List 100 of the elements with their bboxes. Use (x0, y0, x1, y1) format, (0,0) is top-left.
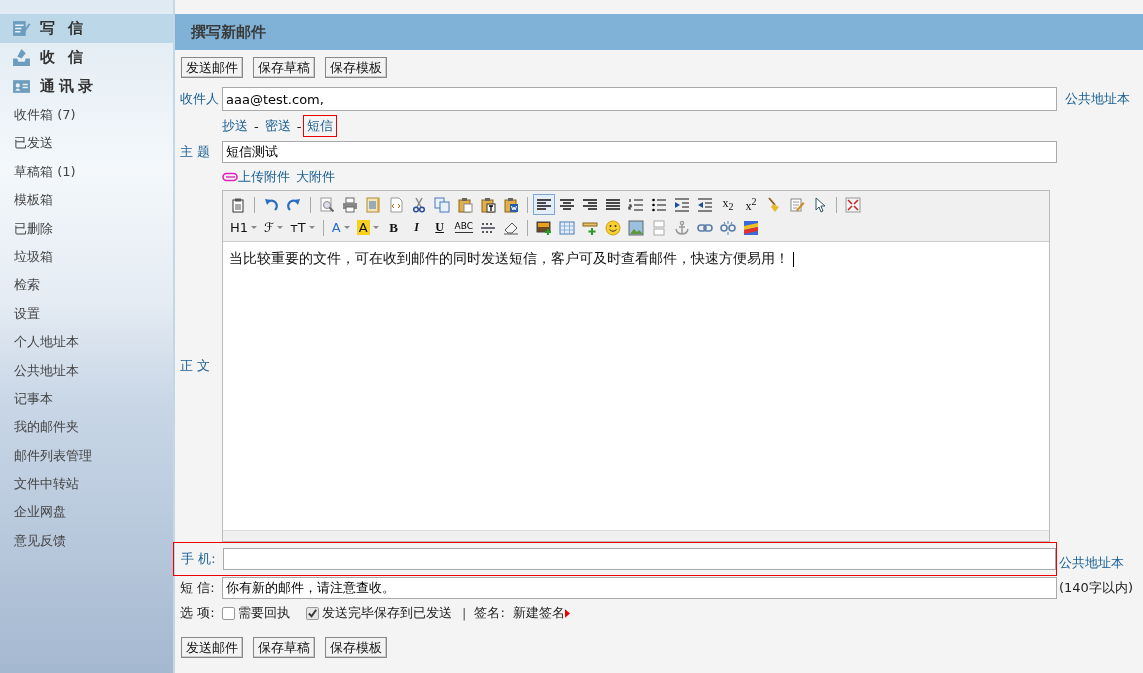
checkbox[interactable] (306, 606, 319, 620)
format-button[interactable]: I (405, 217, 428, 238)
broken-link-icon (720, 219, 737, 236)
resize-grip[interactable] (223, 530, 1049, 541)
color-palette-icon (743, 219, 760, 236)
format-dropdown[interactable]: ℱ (261, 217, 287, 238)
folder-item[interactable]: 已删除 (0, 214, 173, 243)
toolbar-button[interactable]: 发送邮件 (181, 637, 243, 658)
signature-label: 签名: (474, 604, 505, 622)
rich-text-editor[interactable]: x$_{2}$ x$^{2}$ H1 ℱ ᴛT A A B I U ABC 当比较重要的文件，可在收到邮件的同时发送短信，客户可及时查看邮件，快速方便易用！ (222, 190, 1050, 542)
fullscreen-button[interactable] (842, 194, 864, 215)
editor-body-text: 当比较重要的文件，可在收到邮件的同时发送短信，客户可及时查看邮件，快速方便易用！ (223, 242, 1049, 530)
indent-icon (674, 196, 690, 213)
scissors-icon (411, 196, 427, 213)
fullscreen-icon (845, 196, 861, 213)
field-label: 正 文 (180, 357, 212, 375)
folder-item[interactable]: 记事本 (0, 384, 173, 414)
format-dropdown[interactable]: A (328, 217, 353, 238)
paperclip-icon (222, 171, 238, 182)
numbered-list-icon (628, 196, 644, 213)
bullet-list-icon (651, 196, 667, 213)
format-dropdown[interactable]: A (353, 217, 382, 238)
format-button[interactable]: U (428, 217, 451, 238)
toolbar-button[interactable]: 保存模板 (325, 57, 387, 78)
field-label: 手 机: (181, 550, 217, 568)
contact-card-icon (12, 77, 31, 96)
clipboard-icon (503, 196, 519, 213)
folder-item[interactable]: 个人地址本 (0, 328, 173, 357)
checkbox[interactable] (222, 606, 235, 620)
magnifier-icon (319, 196, 335, 213)
align-center-icon (559, 196, 575, 213)
sidebar-main-item[interactable]: 收 信 (0, 43, 173, 72)
sidebar-main-item[interactable]: 写 信 (0, 14, 173, 43)
field-label: 主 题 (180, 143, 212, 161)
address-book-link[interactable]: 公共地址本 (1065, 90, 1130, 108)
folder-item[interactable]: 检索 (0, 271, 173, 300)
sidebar-main-label: 写 信 (40, 19, 88, 38)
phone-field[interactable] (223, 548, 1056, 570)
folder-item[interactable]: 草稿箱 (1) (0, 157, 173, 187)
option-link[interactable]: 短信 (303, 115, 338, 137)
inbox-tray-icon (12, 48, 31, 67)
option-separator: | (462, 605, 467, 621)
format-button[interactable]: x$_{2}$ (717, 194, 739, 215)
folder-item[interactable]: 已发送 (0, 129, 173, 158)
edit-document-icon (789, 196, 805, 213)
toolbar-button[interactable]: 保存草稿 (253, 637, 315, 658)
length-note: (140字以内) (1059, 579, 1133, 597)
format-dropdown[interactable]: H1 (227, 217, 261, 238)
folder-item[interactable]: 我的邮件夹 (0, 413, 173, 442)
recipient-field[interactable]: aaa@test.com, (222, 87, 1057, 111)
format-button[interactable]: ABC (451, 217, 477, 238)
undo-icon (263, 196, 279, 213)
link-separator: - (296, 118, 302, 134)
folder-item[interactable]: 意见反馈 (0, 526, 173, 556)
sidebar-main-item[interactable]: 通讯录 (0, 72, 173, 101)
broom-icon (766, 196, 782, 213)
code-document-icon (388, 196, 404, 213)
signature-link[interactable]: 新建签名 (512, 604, 565, 622)
rule-plus-icon (582, 219, 599, 236)
toolbar-button[interactable]: 保存草稿 (253, 57, 315, 78)
cursor-icon (812, 196, 828, 213)
address-book-link[interactable]: 公共地址本 (1059, 546, 1124, 572)
sms-field[interactable]: 你有新的邮件，请注意查收。 (222, 577, 1057, 599)
pencil-document-icon (12, 19, 31, 38)
field-label: 收件人 (180, 90, 220, 108)
link-separator: - (254, 118, 259, 134)
toolbar-button[interactable]: 发送邮件 (181, 57, 243, 78)
folder-item[interactable]: 模板箱 (0, 186, 173, 215)
subject-field[interactable]: 短信测试 (222, 141, 1057, 163)
printer-icon (342, 196, 358, 213)
document-icon (365, 196, 381, 213)
page-title: 撰写新邮件 (191, 22, 266, 42)
folder-item[interactable]: 邮件列表管理 (0, 441, 173, 471)
folder-item[interactable]: 设置 (0, 299, 173, 329)
folder-item[interactable]: 企业网盘 (0, 498, 173, 527)
format-button[interactable]: B (382, 217, 405, 238)
folder-item[interactable]: 垃圾箱 (0, 242, 173, 272)
format-dropdown[interactable]: ᴛT (287, 217, 318, 238)
folder-item[interactable]: 收件箱 (7) (0, 101, 173, 130)
option-link[interactable]: 抄送 (222, 115, 252, 137)
smiley-icon (605, 219, 622, 236)
format-button[interactable]: x$^{2}$ (740, 194, 762, 215)
clipboard-icon (230, 196, 246, 213)
attachment-link[interactable]: 大附件 (296, 167, 335, 186)
anchor-icon (674, 219, 691, 236)
option-link[interactable]: 密送 (260, 115, 295, 137)
clipboard-icon (480, 196, 496, 213)
page-icon (651, 219, 668, 236)
image-add-icon (536, 219, 553, 236)
copy-icon (434, 196, 450, 213)
align-left-icon (536, 196, 552, 213)
folder-item[interactable]: 公共地址本 (0, 356, 173, 385)
picture-icon (628, 219, 645, 236)
clipboard-icon (457, 196, 473, 213)
outdent-icon (697, 196, 713, 213)
folder-item[interactable]: 文件中转站 (0, 470, 173, 499)
align-left-button[interactable] (533, 194, 555, 215)
field-label: 选 项: (180, 604, 216, 622)
attachment-link[interactable]: 上传附件 (238, 167, 290, 186)
toolbar-button[interactable]: 保存模板 (325, 637, 387, 658)
